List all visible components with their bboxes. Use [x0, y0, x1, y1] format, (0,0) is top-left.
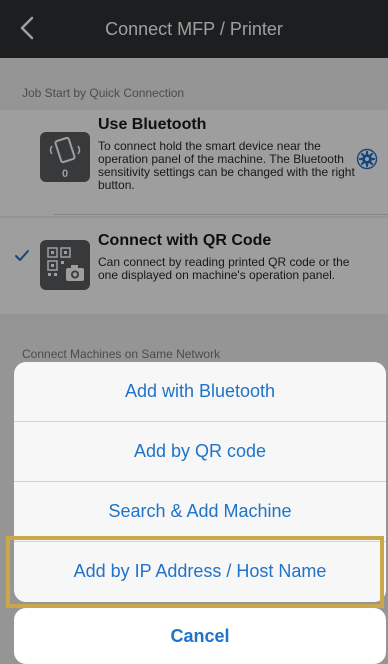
add-with-bluetooth-button[interactable]: Add with Bluetooth	[14, 362, 386, 422]
search-and-add-machine-button[interactable]: Search & Add Machine	[14, 482, 386, 542]
cancel-button[interactable]: Cancel	[14, 608, 386, 664]
highlight-frame	[6, 536, 384, 608]
add-by-qr-code-button[interactable]: Add by QR code	[14, 422, 386, 482]
